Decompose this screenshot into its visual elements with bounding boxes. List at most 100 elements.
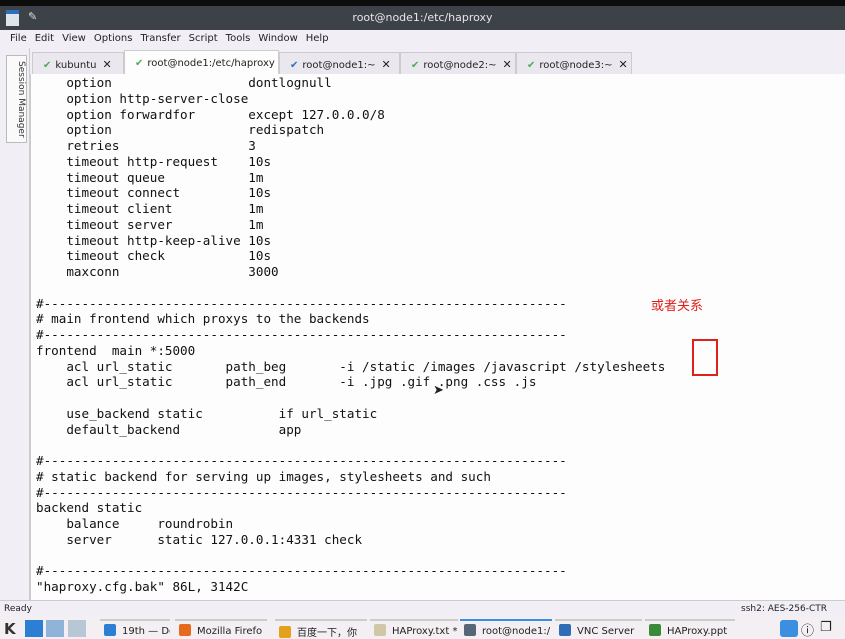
firefox-icon [179, 624, 191, 636]
clipboard-icon[interactable]: ❐ [820, 620, 838, 637]
close-tab-icon[interactable]: ✕ [103, 58, 112, 71]
taskbar-item[interactable]: VNC Server [555, 619, 642, 639]
terminal-line: option forwardfor except 127.0.0.0/8 [36, 106, 385, 122]
close-tab-icon[interactable]: ✕ [619, 58, 628, 71]
terminal-line: option redispatch [36, 122, 325, 138]
terminal-line: #---------------------------------------… [36, 484, 567, 500]
terminal-output: option dontlognull option http-server-cl… [36, 75, 665, 595]
info-icon[interactable]: ⓘ [801, 620, 819, 639]
terminal-line: balance roundrobin [36, 516, 234, 531]
terminal-line: #---------------------------------------… [36, 295, 567, 311]
taskbar-item[interactable]: 百度一下，你 [275, 619, 367, 639]
terminal-line: maxconn 3000 [36, 264, 279, 279]
taskbar-item-label: root@node1:/ [482, 626, 551, 637]
terminal-line: backend static [36, 500, 143, 516]
terminal-line: timeout server 1m [36, 216, 264, 232]
terminal-line: timeout client 1m [36, 201, 264, 216]
tab-label: kubuntu [55, 60, 97, 71]
menu-file[interactable]: File [10, 33, 27, 44]
taskbar: K 19th — Dolph Mozilla Firefo 百度一下，你 HAProx… [0, 617, 845, 639]
session-manager-tab[interactable]: Session Manager [6, 55, 27, 143]
tab-kubuntu[interactable]: ✔ kubuntu ✕ [32, 52, 124, 74]
taskbar-item-label: HAProxy.ppt [667, 626, 728, 637]
terminal-line: timeout connect 10s [36, 185, 272, 201]
file-manager-icon[interactable] [25, 620, 43, 637]
connected-check-icon: ✔ [290, 60, 299, 71]
tray-update-icon[interactable] [780, 620, 798, 637]
terminal-icon [464, 624, 476, 636]
menu-transfer[interactable]: Transfer [140, 33, 180, 44]
tab-label: root@node3:~ [539, 60, 613, 71]
menu-window[interactable]: Window [258, 33, 297, 44]
taskbar-item-label: Mozilla Firefo [197, 626, 263, 637]
terminal-line: retries 3 [36, 138, 256, 153]
taskbar-item[interactable]: root@node1:/ [460, 619, 552, 639]
taskbar-item-label: 19th — Dolph [122, 626, 170, 637]
terminal-line: use_backend static if url_static [36, 405, 378, 421]
status-text: Ready [4, 604, 32, 614]
title-bar: ✎ root@node1:/etc/haproxy [0, 6, 845, 30]
desktop-pager-2-icon[interactable] [68, 620, 86, 637]
terminal-line: timeout http-request 10s [36, 153, 272, 169]
terminal-line: #---------------------------------------… [36, 453, 567, 468]
close-tab-icon[interactable]: ✕ [382, 58, 391, 71]
connected-check-icon: ✔ [43, 60, 52, 71]
terminal-line: acl url_static path_end -i .jpg .gif .pn… [36, 374, 537, 390]
taskbar-item-label: VNC Server [577, 626, 635, 637]
terminal-line: #---------------------------------------… [36, 563, 567, 579]
taskbar-item-label: 百度一下，你 [297, 628, 357, 639]
menu-view[interactable]: View [62, 33, 86, 44]
terminal-line: frontend main *:5000 [36, 342, 196, 358]
terminal-line: # static backend for serving up images, … [36, 468, 491, 484]
taskbar-item[interactable]: Mozilla Firefo [175, 619, 267, 639]
terminal-line: option dontlognull [36, 75, 332, 90]
taskbar-item[interactable]: HAProxy.ppt [645, 619, 735, 639]
connected-check-icon: ✔ [135, 58, 144, 69]
terminal-view[interactable]: option dontlognull option http-server-cl… [30, 74, 845, 600]
tab-node1-haproxy[interactable]: ✔root@node1:/etc/haproxy✕ [124, 50, 290, 74]
menu-bar: File Edit View Options Transfer Script Tools Wi… [0, 30, 845, 48]
connected-check-icon: ✔ [527, 60, 536, 71]
menu-options[interactable]: Options [94, 33, 133, 44]
terminal-line: timeout http-keep-alive 10s [36, 232, 272, 248]
terminal-line: default_backend app [36, 421, 302, 437]
tab-node3[interactable]: ✔ root@node3:~ ✕ [516, 52, 632, 74]
terminal-line: option http-server-close [36, 90, 249, 106]
terminal-line: # main frontend which proxys to the back… [36, 311, 370, 327]
terminal-line: "haproxy.cfg.bak" 86L, 3142C [36, 579, 249, 594]
terminal-line: timeout queue 1m [36, 169, 264, 185]
taskbar-item[interactable]: HAProxy.txt * [370, 619, 458, 639]
tab-label: root@node2:~ [423, 60, 497, 71]
desktop-pager-icon[interactable] [46, 620, 64, 637]
taskbar-item[interactable]: 19th — Dolph [100, 619, 170, 639]
terminal-line: timeout check 10s [36, 248, 272, 264]
terminal-line: server static 127.0.0.1:4331 check [36, 531, 363, 547]
annotation-text: 或者关系 [651, 299, 704, 314]
menu-help[interactable]: Help [306, 33, 329, 44]
folder-icon [104, 624, 116, 636]
menu-edit[interactable]: Edit [35, 33, 54, 44]
tab-bar: ✔kubuntu✕ ✔root@node1:/etc/haproxy✕ ✔roo… [30, 48, 845, 74]
presentation-icon [649, 624, 661, 636]
menu-script[interactable]: Script [189, 33, 218, 44]
tab-node1-home[interactable]: ✔ root@node1:~ ✕ [279, 52, 400, 74]
vnc-icon [559, 624, 571, 636]
kde-launcher-icon[interactable]: K [4, 620, 22, 638]
connected-check-icon: ✔ [411, 60, 420, 71]
tab-label: root@node1:/etc/haproxy [147, 58, 275, 69]
tab-label: root@node1:~ [302, 60, 376, 71]
tab-node2[interactable]: ✔ root@node2:~ ✕ [400, 52, 516, 74]
terminal-line: acl url_static path_beg -i /static /imag… [36, 358, 666, 374]
taskbar-item-label: HAProxy.txt * [392, 626, 458, 637]
annotation-box [692, 339, 718, 376]
mouse-cursor-icon: ➤ [433, 383, 444, 398]
window-title: root@node1:/etc/haproxy [352, 11, 493, 24]
chrome-icon [279, 626, 291, 638]
close-tab-icon[interactable]: ✕ [503, 58, 512, 71]
menu-tools[interactable]: Tools [226, 33, 251, 44]
terminal-line: #---------------------------------------… [36, 327, 567, 342]
